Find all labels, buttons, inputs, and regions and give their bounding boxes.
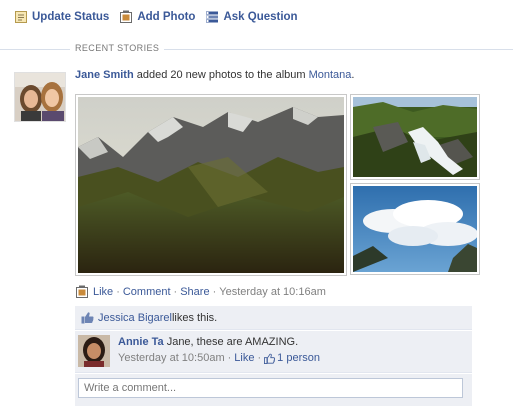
add-photo-label: Add Photo bbox=[137, 11, 196, 23]
share-link[interactable]: Share bbox=[180, 286, 209, 298]
story-suffix: . bbox=[351, 69, 355, 81]
story-headline: Jane Smith added 20 new photos to the al… bbox=[75, 69, 354, 81]
recent-stories-label: RECENT STORIES bbox=[73, 43, 165, 53]
commenter-link[interactable]: Annie Ta bbox=[118, 336, 164, 348]
update-status-button[interactable]: Update Status bbox=[14, 10, 109, 24]
mountain-photo[interactable] bbox=[75, 94, 347, 276]
story-timestamp: Yesterday at 10:16am bbox=[219, 286, 326, 298]
separator: · bbox=[212, 286, 217, 298]
sky-photo[interactable] bbox=[350, 183, 480, 275]
question-icon bbox=[205, 10, 219, 24]
likes-text: likes this. bbox=[171, 311, 218, 324]
separator: · bbox=[257, 352, 262, 364]
status-icon bbox=[14, 10, 28, 24]
photo-album-icon bbox=[75, 285, 89, 299]
comment-body: Annie Ta Jane, these are AMAZING. bbox=[118, 336, 298, 348]
likes-row: Jessica Bigarel likes this. bbox=[75, 306, 472, 330]
avatar[interactable] bbox=[14, 72, 66, 122]
separator: · bbox=[227, 352, 232, 364]
add-comment-row bbox=[75, 374, 472, 406]
comment-input[interactable] bbox=[78, 378, 463, 398]
photo-icon bbox=[119, 10, 133, 24]
section-divider-right bbox=[160, 49, 513, 50]
waterfall-photo[interactable] bbox=[350, 94, 480, 180]
thumbs-up-icon bbox=[81, 311, 94, 324]
story-actions: Like · Comment · Share · Yesterday at 10… bbox=[75, 285, 326, 299]
comment-timestamp: Yesterday at 10:50am bbox=[118, 352, 225, 364]
commenter-avatar[interactable] bbox=[78, 335, 110, 367]
liker-link[interactable]: Jessica Bigarel bbox=[98, 312, 172, 324]
comment-link[interactable]: Comment bbox=[123, 286, 171, 298]
add-photo-button[interactable]: Add Photo bbox=[119, 10, 195, 24]
comment-text: Jane, these are AMAZING. bbox=[163, 336, 299, 348]
album-link[interactable]: Montana bbox=[309, 69, 352, 81]
separator: · bbox=[173, 286, 178, 298]
comment-like-count[interactable]: 1 person bbox=[277, 352, 320, 364]
comment-like-link[interactable]: Like bbox=[234, 352, 254, 364]
story-action-text: added 20 new photos to the album bbox=[133, 69, 309, 81]
separator: · bbox=[116, 286, 120, 298]
comment-meta: Yesterday at 10:50am · Like · 1 person bbox=[118, 352, 320, 364]
story-author-link[interactable]: Jane Smith bbox=[75, 69, 134, 81]
section-divider-left bbox=[0, 49, 70, 50]
update-status-label: Update Status bbox=[32, 11, 110, 23]
composer-bar: Update Status Add Photo Ask Question bbox=[14, 8, 308, 26]
like-link[interactable]: Like bbox=[93, 286, 113, 298]
comment-item: Annie Ta Jane, these are AMAZING. Yester… bbox=[75, 331, 472, 373]
ask-question-label: Ask Question bbox=[223, 11, 298, 23]
ask-question-button[interactable]: Ask Question bbox=[205, 10, 298, 24]
thumbs-up-icon bbox=[264, 353, 276, 364]
